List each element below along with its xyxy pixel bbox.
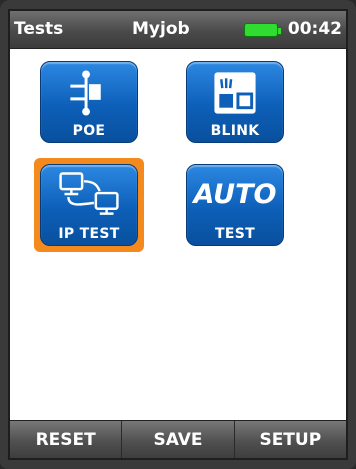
job-name: Myjob [132,19,190,39]
auto-test-button[interactable]: AUTO TEST [186,164,284,246]
battery-icon [244,23,282,37]
tile-label: POE [72,123,106,139]
save-button[interactable]: SAVE [122,421,235,458]
screen: Tests Myjob 00:42 POE BLINK IP TEST AUTO… [8,9,348,460]
setup-button[interactable]: SETUP [235,421,346,458]
auto-text: AUTO [193,179,277,210]
tile-label: TEST [215,226,255,242]
device-frame: Tests Myjob 00:42 POE BLINK IP TEST AUTO… [0,0,356,469]
screen-title: Tests [14,19,64,39]
clock: 00:42 [287,19,342,39]
status-bar: Tests Myjob 00:42 [10,11,346,49]
blink-test-button[interactable]: BLINK [186,61,284,143]
network-computers-icon [59,172,119,215]
tile-label: BLINK [210,123,260,139]
poe-icon [70,70,101,116]
reset-button[interactable]: RESET [10,421,123,458]
blink-icon [214,72,256,114]
ip-test-button[interactable]: IP TEST [40,164,138,246]
test-grid: POE BLINK IP TEST AUTO TEST [10,49,346,425]
softkey-bar: RESET SAVE SETUP [10,420,346,458]
poe-test-button[interactable]: POE [40,61,138,143]
tile-label: IP TEST [58,226,120,242]
